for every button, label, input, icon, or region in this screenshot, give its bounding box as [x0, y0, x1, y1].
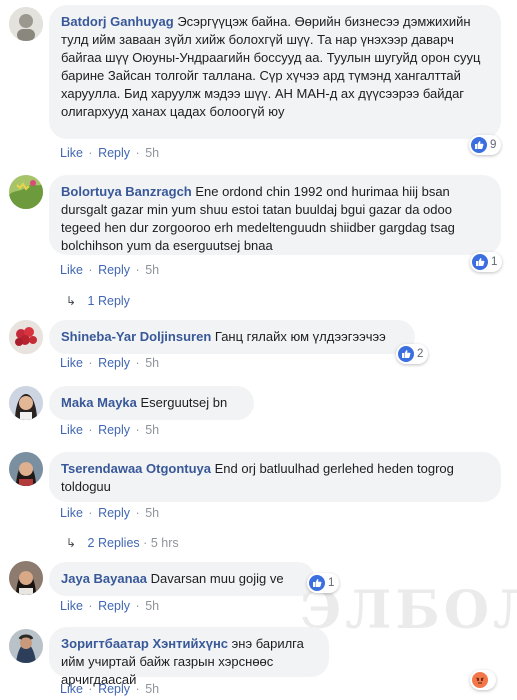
comment-author[interactable]: Bolortuya Banzragch	[61, 184, 192, 199]
view-replies-link[interactable]: ↳ 2 Replies · 5 hrs	[66, 536, 179, 550]
reaction-number: 2	[417, 348, 424, 360]
comment-bubble: Jaya Bayanaa Davarsan muu gojig ve	[49, 562, 315, 596]
separator-dot: ·	[135, 146, 140, 160]
avatar[interactable]	[9, 7, 43, 41]
avatar[interactable]	[9, 561, 43, 595]
view-replies-link[interactable]: ↳ 1 Reply	[66, 294, 130, 308]
avatar[interactable]	[9, 386, 43, 420]
reaction-count[interactable]: 1	[307, 573, 340, 593]
separator-dot: ·	[135, 356, 140, 370]
reaction-number: 9	[490, 139, 497, 151]
avatar[interactable]	[9, 629, 43, 663]
timestamp[interactable]: 5h	[145, 423, 159, 437]
timestamp[interactable]: 5h	[145, 599, 159, 613]
comment-actions: Like · Reply · 5h	[60, 599, 159, 613]
reply-link[interactable]: Reply	[98, 356, 130, 370]
replies-count[interactable]: 2 Replies	[88, 536, 140, 550]
like-icon	[398, 346, 414, 362]
comment-bubble: Maka Mayka Eserguutsej bn	[49, 386, 254, 420]
replies-time: 5 hrs	[150, 536, 179, 550]
comment-author[interactable]: Зоригтбаатар Хэнтийхүнс	[61, 636, 228, 651]
separator-dot: ·	[88, 423, 93, 437]
like-icon	[471, 137, 487, 153]
comment-text: Davarsan muu gojig ve	[150, 571, 284, 586]
separator-dot: ·	[88, 146, 93, 160]
reaction-count[interactable]: 1	[470, 252, 503, 272]
comment-actions: Like · Reply · 5h	[60, 506, 159, 520]
comment-author[interactable]: Tserendawaa Otgontuya	[61, 461, 211, 476]
like-link[interactable]: Like	[60, 682, 83, 696]
comment-text: Eserguutsej bn	[140, 395, 228, 410]
timestamp[interactable]: 5h	[145, 506, 159, 520]
timestamp[interactable]: 5h	[145, 682, 159, 696]
like-icon	[472, 254, 488, 270]
comment-author[interactable]: Batdorj Ganhuyag	[61, 14, 174, 29]
reaction-number: 1	[491, 256, 498, 268]
like-link[interactable]: Like	[60, 263, 83, 277]
avatar[interactable]	[9, 452, 43, 486]
comment-text: Ганц гялайх юм үлдээгээчээ	[214, 329, 386, 344]
timestamp[interactable]: 5h	[145, 146, 159, 160]
comment-text: Эсэргүүцэж байна. Өөрийн бизнесээ дэмжих…	[61, 14, 481, 119]
separator-dot: ·	[88, 263, 93, 277]
separator-dot: ·	[135, 263, 140, 277]
comment-bubble: Batdorj Ganhuyag Эсэргүүцэж байна. Өөрий…	[49, 5, 501, 139]
reaction-number: 1	[328, 577, 335, 589]
comment-bubble: Зоригтбаатар Хэнтийхүнс энэ барилга ийм …	[49, 627, 329, 687]
separator-dot: ·	[135, 682, 140, 696]
reply-arrow-icon: ↳	[66, 536, 77, 550]
reply-link[interactable]: Reply	[98, 263, 130, 277]
comment-author[interactable]: Shineba-Yar Doljinsuren	[61, 329, 211, 344]
like-icon	[309, 575, 325, 591]
timestamp[interactable]: 5h	[145, 263, 159, 277]
reaction-count[interactable]	[470, 670, 496, 690]
like-link[interactable]: Like	[60, 423, 83, 437]
separator-dot: ·	[135, 506, 140, 520]
reply-arrow-icon: ↳	[66, 294, 77, 308]
comment-author[interactable]: Maka Mayka	[61, 395, 137, 410]
separator-dot: ·	[88, 599, 93, 613]
comment-author[interactable]: Jaya Bayanaa	[61, 571, 147, 586]
like-link[interactable]: Like	[60, 356, 83, 370]
comment-bubble: Tserendawaa Otgontuya End orj batluulhad…	[49, 452, 501, 502]
like-link[interactable]: Like	[60, 506, 83, 520]
replies-count[interactable]: 1 Reply	[88, 294, 130, 308]
separator-dot: ·	[88, 682, 93, 696]
comment-actions: Like · Reply · 5h	[60, 146, 159, 160]
reply-link[interactable]: Reply	[98, 599, 130, 613]
like-link[interactable]: Like	[60, 146, 83, 160]
comment-actions: Like · Reply · 5h	[60, 682, 159, 696]
avatar[interactable]	[9, 320, 43, 354]
avatar[interactable]	[9, 175, 43, 209]
timestamp[interactable]: 5h	[145, 356, 159, 370]
reaction-count[interactable]: 9	[469, 135, 502, 155]
separator-dot: ·	[88, 356, 93, 370]
like-link[interactable]: Like	[60, 599, 83, 613]
reaction-count[interactable]: 2	[396, 344, 429, 364]
reply-link[interactable]: Reply	[98, 423, 130, 437]
reply-link[interactable]: Reply	[98, 146, 130, 160]
comment-bubble: Bolortuya Banzragch Ene ordond chin 1992…	[49, 175, 501, 255]
comment-actions: Like · Reply · 5h	[60, 356, 159, 370]
angry-icon	[472, 672, 488, 688]
separator-dot: ·	[135, 423, 140, 437]
comment-bubble: Shineba-Yar Doljinsuren Ганц гялайх юм ү…	[49, 320, 415, 354]
comment-actions: Like · Reply · 5h	[60, 423, 159, 437]
separator-dot: ·	[143, 536, 148, 550]
separator-dot: ·	[88, 506, 93, 520]
separator-dot: ·	[135, 599, 140, 613]
comment-actions: Like · Reply · 5h	[60, 263, 159, 277]
reply-link[interactable]: Reply	[98, 506, 130, 520]
reply-link[interactable]: Reply	[98, 682, 130, 696]
